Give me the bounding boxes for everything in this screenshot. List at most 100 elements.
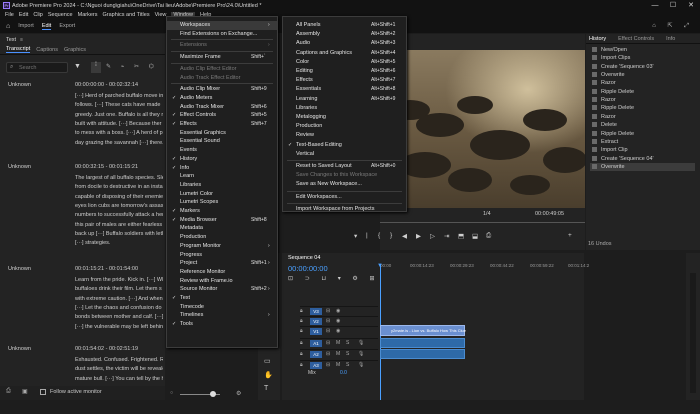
transcript-line[interactable]: Learn from the pride. Kick in. [···] Wh bbox=[75, 276, 163, 285]
filter-icon[interactable]: ▼ bbox=[74, 63, 81, 70]
tab-effect-controls[interactable]: Effect Controls bbox=[618, 36, 654, 42]
step-forward-icon[interactable]: ▷ bbox=[430, 232, 435, 240]
zoom-slider-handle[interactable] bbox=[210, 391, 216, 397]
audio-clip-a1[interactable] bbox=[380, 338, 465, 348]
close-button[interactable]: ✕ bbox=[682, 0, 700, 11]
extract-icon[interactable]: ⬓ bbox=[472, 232, 478, 240]
transcript-line[interactable]: [···] the vulnerable may be left behind bbox=[75, 323, 163, 332]
mark-in-icon[interactable]: ▾ bbox=[354, 232, 357, 240]
menu-item-vertical[interactable]: Vertical bbox=[283, 150, 406, 159]
solo-icon[interactable]: S bbox=[346, 351, 349, 357]
track-target-label[interactable]: A1 bbox=[310, 340, 322, 347]
solo-icon[interactable]: S bbox=[346, 362, 349, 368]
lift-icon[interactable]: ⬒ bbox=[458, 232, 464, 240]
type-tool-icon[interactable]: T bbox=[264, 385, 268, 392]
sequence-tab[interactable]: Sequence 04 bbox=[288, 255, 320, 261]
maximize-button[interactable]: ☐ bbox=[664, 0, 682, 11]
panel-menu-icon[interactable]: ≡ bbox=[20, 37, 23, 43]
menu-item-find-extensions-on-exchange[interactable]: Find Extensions on Exchange... bbox=[167, 30, 277, 39]
transcript-tool-icon[interactable]: ⁞ bbox=[91, 62, 101, 73]
sync-lock-icon[interactable]: ⊟ bbox=[326, 351, 330, 357]
transcript-tools-icons[interactable]: ✎ ⌁ ✂ ⌬ bbox=[106, 63, 158, 70]
history-item[interactable]: Ripple Delete bbox=[590, 104, 695, 112]
header-actions-icons[interactable]: ⌂ ⇱ ⤢ bbox=[652, 22, 694, 30]
history-item[interactable]: Overwrite bbox=[590, 162, 695, 171]
time-ruler[interactable]: 00:00 00:00:14:23 00:00:29:23 00:00:44:2… bbox=[380, 263, 589, 271]
history-item[interactable]: Razor bbox=[590, 113, 695, 121]
menu-clip[interactable]: Clip bbox=[33, 12, 42, 18]
transcript-line[interactable]: bonds between mother and calf. [···] S bbox=[75, 313, 163, 322]
track-header[interactable]: 🔒︎ A1 ⊟ M S 🎙︎ bbox=[300, 338, 378, 348]
history-item[interactable]: Overwrite bbox=[590, 71, 695, 79]
transcript-line[interactable]: greedy. Just one. Buffalo is all they r bbox=[75, 111, 163, 120]
sync-lock-icon[interactable]: ⊟ bbox=[326, 362, 330, 368]
menu-item-production[interactable]: Production bbox=[283, 122, 406, 131]
go-to-out-icon[interactable]: ⇥ bbox=[444, 232, 449, 240]
mark-out-icon[interactable]: { bbox=[378, 232, 380, 239]
track-header[interactable]: 🔒︎ V3 ⊟ ◉ bbox=[300, 306, 378, 316]
transcript-line[interactable]: built with attitude. [···] Because ther bbox=[75, 120, 163, 129]
menu-item-color[interactable]: Color Alt+Shift+5 bbox=[283, 58, 406, 67]
speaker-label[interactable]: Unknown bbox=[8, 346, 31, 352]
video-clip[interactable]: y2mate.is - Lion vs. Buffalo How This Cl… bbox=[380, 325, 466, 336]
play-icon[interactable]: ▶ bbox=[416, 232, 421, 240]
tab-import[interactable]: Import bbox=[18, 23, 34, 29]
menu-item-tools[interactable]: ✓ Tools bbox=[167, 320, 277, 329]
mic-icon[interactable]: 🎙︎ bbox=[358, 340, 364, 346]
menu-item-review[interactable]: Review bbox=[283, 131, 406, 140]
eye-icon[interactable]: ◉ bbox=[336, 308, 340, 314]
transcript-line[interactable]: numbers to successfully attack a her bbox=[75, 211, 163, 220]
history-item[interactable]: Delete bbox=[590, 121, 695, 129]
timeline-tools-icons[interactable]: ⊡ ⊃ ⊔ ▾ ⚙ ⊞ bbox=[288, 275, 380, 282]
menu-item-reset-to-saved-layout[interactable]: Reset to Saved Layout Alt+Shift+0 bbox=[283, 162, 406, 171]
track-target-label[interactable]: V3 bbox=[310, 308, 322, 315]
menu-edit[interactable]: Edit bbox=[19, 12, 28, 18]
lock-icon[interactable]: 🔒︎ bbox=[300, 340, 303, 346]
history-item[interactable]: Import Clips bbox=[590, 54, 695, 62]
mic-icon[interactable]: 🎙︎ bbox=[358, 362, 364, 368]
audio-clip-a2[interactable] bbox=[380, 349, 465, 359]
settings-sliders-icon[interactable]: ⚙ bbox=[236, 390, 241, 397]
lock-icon[interactable]: 🔒︎ bbox=[300, 351, 303, 357]
mix-value[interactable]: 0.0 bbox=[340, 370, 347, 376]
follow-checkbox[interactable] bbox=[40, 389, 46, 395]
search-box[interactable]: ⌕ bbox=[6, 62, 68, 73]
transcript-line[interactable]: The largest of all buffalo species. Sle bbox=[75, 174, 163, 183]
transcript-line[interactable]: [···] Let the chaos and confusion do t bbox=[75, 304, 163, 313]
menu-item-effects[interactable]: Effects Alt+Shift+7 bbox=[283, 76, 406, 85]
history-item[interactable]: Razor bbox=[590, 79, 695, 87]
menu-sequence[interactable]: Sequence bbox=[48, 12, 73, 18]
menu-markers[interactable]: Markers bbox=[78, 12, 98, 18]
export-icon[interactable]: ⎙ bbox=[6, 388, 11, 395]
menu-item-all-panels[interactable]: All Panels Alt+Shift+1 bbox=[283, 21, 406, 30]
history-item[interactable]: Import Clip bbox=[590, 146, 695, 154]
history-item[interactable]: Extract bbox=[590, 138, 695, 146]
transcript-line[interactable]: capable of disposing of their enemies bbox=[75, 193, 163, 202]
eye-icon[interactable]: ◉ bbox=[336, 318, 340, 324]
transcript-line[interactable]: [···] Herd of parched buffalo move in bbox=[75, 92, 163, 101]
menu-item-learning[interactable]: Learning Alt+Shift+9 bbox=[283, 95, 406, 104]
timeline-timecode[interactable]: 00:00:00:00 bbox=[288, 264, 328, 273]
speaker-label[interactable]: Unknown bbox=[8, 82, 31, 88]
tab-info[interactable]: Info bbox=[666, 36, 675, 42]
history-item[interactable]: Ripple Delete bbox=[590, 88, 695, 96]
menu-item-audio[interactable]: Audio Alt+Shift+3 bbox=[283, 39, 406, 48]
tab-graphics[interactable]: Graphics bbox=[64, 47, 86, 53]
go-to-in-icon[interactable]: } bbox=[390, 232, 392, 239]
menu-item-text-based-editing[interactable]: ✓ Text-Based Editing bbox=[283, 141, 406, 150]
menu-item-essentials[interactable]: Essentials Alt+Shift+8 bbox=[283, 85, 406, 94]
transcript-line[interactable]: buffaloes drink their film. Let them s bbox=[75, 285, 163, 294]
tab-transcript[interactable]: Transcript bbox=[6, 46, 31, 53]
track-target-label[interactable]: V2 bbox=[310, 318, 322, 325]
track-header[interactable]: 🔒︎ A2 ⊟ M S 🎙︎ bbox=[300, 349, 378, 359]
menu-view[interactable]: View bbox=[155, 12, 167, 18]
transcript-line[interactable]: from docile to destructive in an instar bbox=[75, 183, 163, 192]
rectangle-tool-icon[interactable]: ▭ bbox=[264, 357, 271, 365]
minimize-button[interactable]: — bbox=[646, 0, 664, 11]
step-back-icon[interactable]: ◀ bbox=[402, 232, 407, 240]
track-target-label[interactable]: A3 bbox=[310, 362, 322, 369]
speaker-label[interactable]: Unknown bbox=[8, 266, 31, 272]
hand-tool-icon[interactable]: ✋ bbox=[264, 371, 273, 379]
track-target-label[interactable]: V1 bbox=[310, 328, 322, 335]
caption-icon[interactable]: ▣ bbox=[22, 388, 28, 395]
